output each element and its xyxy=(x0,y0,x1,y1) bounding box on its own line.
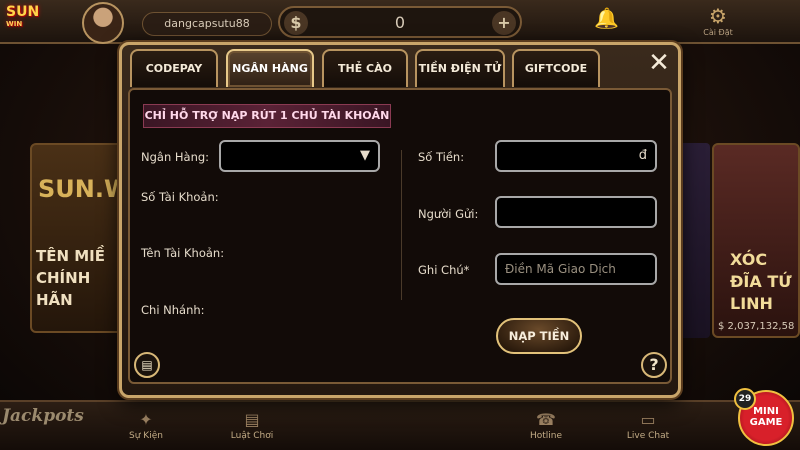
balance-bar: $ 0 + xyxy=(278,6,522,38)
gear-icon: ⚙ xyxy=(709,4,727,28)
account-number-label: Số Tài Khoản: xyxy=(141,190,219,204)
gift-icon: ✦ xyxy=(139,410,153,429)
bank-select[interactable]: ▼ xyxy=(219,140,380,172)
promo-banner-left[interactable]: SUN.WI TÊN MIỀ CHÍNH HÃN xyxy=(30,143,139,333)
minigame-badge: 29 xyxy=(734,388,756,410)
note-input[interactable] xyxy=(497,255,655,283)
live-chat-label: Live Chat xyxy=(626,431,670,441)
minigame-label: MINI GAME xyxy=(749,406,783,428)
account-name-label: Tên Tài Khoản: xyxy=(141,246,225,260)
minigame-button[interactable]: 29 MINI GAME xyxy=(734,388,794,446)
notice-banner: CHỈ HỖ TRỢ NẠP RÚT 1 CHỦ TÀI KHOẢN xyxy=(143,104,391,128)
sender-input[interactable] xyxy=(497,198,655,226)
dollar-icon: $ xyxy=(284,11,308,35)
currency-suffix: đ xyxy=(638,148,647,163)
game-lobby: SUN WIN dangcapsutu88 $ 0 + 🔔 ⚙ Cài Đặt … xyxy=(0,0,800,450)
branch-label: Chi Nhánh: xyxy=(141,303,205,317)
live-chat-button[interactable]: ▭ Live Chat xyxy=(618,410,678,441)
note-label: Ghi Chú* xyxy=(418,263,470,277)
sender-field[interactable] xyxy=(495,196,657,228)
game-tile-jackpot: $ 2,037,132,58 xyxy=(718,321,795,332)
settings-button[interactable]: ⚙ Cài Đặt xyxy=(700,4,736,37)
sender-label: Người Gửi: xyxy=(418,207,479,221)
bell-icon[interactable]: 🔔 xyxy=(594,6,619,30)
hotline-button[interactable]: ☎ Hotline xyxy=(516,410,576,441)
tab-the-cao[interactable]: THẺ CÀO xyxy=(322,49,408,87)
deposit-form-panel xyxy=(128,88,672,384)
game-tile-title: XÓC ĐĨA TỨ LINH xyxy=(730,250,792,313)
tab-ngan-hang[interactable]: NGÂN HÀNG xyxy=(226,49,314,87)
avatar[interactable] xyxy=(82,2,124,44)
jackpots-logo: Jackpots xyxy=(2,406,84,426)
chevron-down-icon: ▼ xyxy=(360,148,370,163)
amount-input[interactable] xyxy=(497,142,655,170)
deposit-button[interactable]: NẠP TIỀN xyxy=(496,318,582,354)
sunwin-logo: SUN WIN xyxy=(6,4,40,28)
rules-label: Luật Chơi xyxy=(230,431,274,441)
note-field[interactable] xyxy=(495,253,657,285)
hotline-label: Hotline xyxy=(529,431,563,441)
add-funds-button[interactable]: + xyxy=(492,11,516,35)
phone-icon: ☎ xyxy=(536,410,556,429)
amount-label: Số Tiền: xyxy=(418,150,465,164)
tab-tien-dien-tu[interactable]: TIỀN ĐIỆN TỬ xyxy=(415,49,505,87)
history-icon[interactable]: ▤ xyxy=(134,352,160,378)
chat-icon: ▭ xyxy=(640,410,656,429)
bank-label: Ngân Hàng: xyxy=(141,150,210,164)
tab-giftcode[interactable]: GIFTCODE xyxy=(512,49,600,87)
rules-button[interactable]: ▤ Luật Chơi xyxy=(222,410,282,441)
username-display: dangcapsutu88 xyxy=(142,12,272,36)
close-icon[interactable]: ✕ xyxy=(640,48,678,78)
help-icon[interactable]: ? xyxy=(641,352,667,378)
events-label: Sự Kiện xyxy=(129,431,163,441)
amount-field[interactable]: đ xyxy=(495,140,657,172)
game-tile-xoc-dia[interactable]: XÓC ĐĨA TỨ LINH $ 2,037,132,58 xyxy=(712,143,800,338)
rules-icon: ▤ xyxy=(244,410,260,429)
balance-amount: 0 xyxy=(394,13,406,32)
settings-label: Cài Đặt xyxy=(703,28,733,37)
bottom-bar: ✦ Sự Kiện ▤ Luật Chơi ☎ Hotline ▭ Live C… xyxy=(0,400,800,450)
promo-left-text: TÊN MIỀ CHÍNH HÃN xyxy=(36,247,106,309)
events-button[interactable]: ✦ Sự Kiện xyxy=(116,410,176,441)
top-bar: SUN WIN dangcapsutu88 $ 0 + 🔔 ⚙ Cài Đặt xyxy=(0,0,800,44)
tab-codepay[interactable]: CODEPAY xyxy=(130,49,218,87)
form-divider xyxy=(401,150,402,300)
